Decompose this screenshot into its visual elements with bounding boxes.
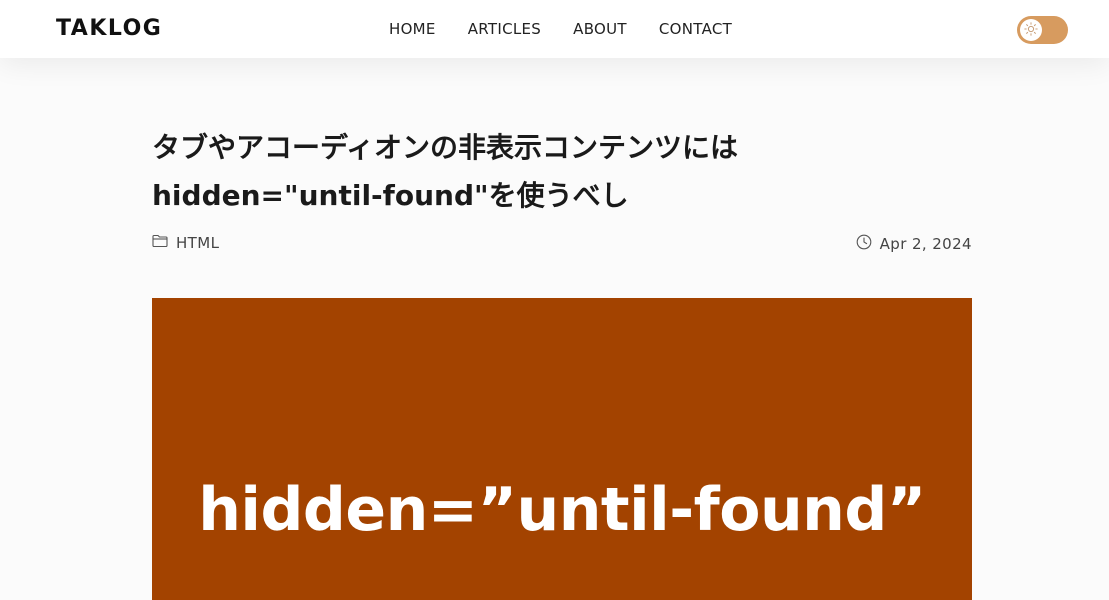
article-date: Apr 2, 2024	[856, 234, 972, 254]
nav-about[interactable]: ABOUT	[573, 18, 627, 40]
site-header: TAKLOG HOME ARTICLES ABOUT CONTACT	[0, 0, 1109, 58]
nav-articles[interactable]: ARTICLES	[468, 18, 541, 40]
hero-image: hidden=”until-found”	[152, 298, 972, 600]
main-nav: HOME ARTICLES ABOUT CONTACT	[389, 18, 732, 40]
category-link[interactable]: HTML	[176, 234, 219, 252]
nav-home[interactable]: HOME	[389, 18, 436, 40]
toggle-knob	[1020, 19, 1042, 41]
site-logo[interactable]: TAKLOG	[56, 14, 162, 44]
hero-text: hidden=”until-found”	[198, 475, 926, 545]
sun-icon	[1024, 21, 1038, 40]
article-title: タブやアコーディオンの非表示コンテンツには hidden="until-foun…	[152, 131, 739, 212]
nav-contact[interactable]: CONTACT	[659, 18, 732, 40]
clock-icon	[856, 234, 872, 254]
theme-toggle[interactable]	[1017, 16, 1068, 44]
article-category: HTML	[152, 234, 219, 252]
folder-icon	[152, 234, 168, 252]
publish-date: Apr 2, 2024	[879, 235, 972, 253]
